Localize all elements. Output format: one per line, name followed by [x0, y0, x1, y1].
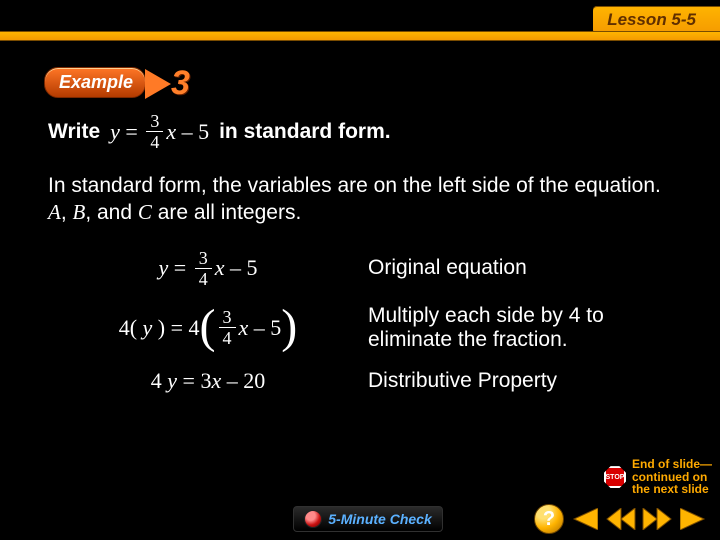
s2-const: – 20 — [221, 368, 265, 394]
s2-4: 4 — [151, 368, 168, 394]
s1-var: x — [239, 315, 249, 341]
s1-den: 4 — [223, 328, 232, 347]
step-row: y = 3 4 x – 5 Original equation — [48, 249, 680, 288]
nav-next-button[interactable] — [678, 506, 708, 532]
end-line3: the next slide — [632, 483, 712, 496]
lesson-tab: Lesson 5-5 — [593, 6, 720, 34]
step-equation: 4 y = 3x – 20 — [48, 368, 368, 394]
expl-sep2: , and — [85, 201, 138, 224]
step-row: 4 y = 3x – 20 Distributive Property — [48, 368, 680, 394]
five-minute-check-button[interactable]: 5-Minute Check — [293, 506, 442, 532]
problem-prefix: Write — [48, 120, 100, 144]
s0-num: 3 — [195, 249, 212, 269]
step-equation: y = 3 4 x – 5 — [48, 249, 368, 288]
s2-y: y — [167, 368, 177, 394]
example-badge: Example 3 — [44, 64, 190, 103]
end-line1: End of slide— — [632, 458, 712, 471]
eq-var: x — [166, 119, 176, 145]
equals-icon: = — [168, 255, 191, 281]
expl-sep1: , — [61, 201, 73, 224]
s1-prefix: 4 — [119, 315, 130, 341]
double-arrow-left-icon — [606, 508, 636, 530]
fraction-num: 3 — [146, 112, 163, 132]
s2-x: x — [211, 368, 221, 394]
example-number: 3 — [171, 64, 190, 103]
expl-a: In standard form, the variables are on t… — [48, 174, 661, 197]
big-lparen-icon: ( — [200, 308, 216, 346]
end-text: End of slide— continued on the next slid… — [632, 458, 712, 496]
s1-prefix2: 4 — [189, 315, 200, 341]
nav-prev-button[interactable] — [570, 506, 600, 532]
s0-var: x — [215, 255, 225, 281]
equals-icon: = — [165, 315, 188, 341]
var-c: C — [138, 200, 152, 224]
nav-forward-button[interactable] — [642, 506, 672, 532]
help-button[interactable]: ? — [534, 504, 564, 534]
expl-b: are all integers. — [152, 201, 301, 224]
step-label: Distributive Property — [368, 369, 557, 393]
end-of-slide-note: STOP End of slide— continued on the next… — [604, 458, 712, 496]
s0-const: – 5 — [230, 255, 258, 281]
arrow-left-icon — [572, 508, 598, 530]
problem-suffix: in standard form. — [219, 120, 391, 144]
var-a: A — [48, 200, 61, 224]
step-equation: 4( y ) = 4 ( 3 4 x – 5 ) — [48, 308, 368, 347]
nav-rewind-button[interactable] — [606, 506, 636, 532]
s1-num: 3 — [219, 308, 236, 328]
step-label: Multiply each side by 4 to eliminate the… — [368, 304, 668, 352]
fraction: 3 4 — [146, 112, 163, 151]
step-row: 4( y ) = 4 ( 3 4 x – 5 ) Multiply each s… — [48, 304, 680, 352]
step-label: Original equation — [368, 256, 527, 280]
example-triangle-icon — [145, 69, 171, 99]
fraction: 3 4 — [219, 308, 236, 347]
fraction-den: 4 — [150, 132, 159, 151]
s0-den: 4 — [199, 269, 208, 288]
steps: y = 3 4 x – 5 Original equation 4( y ) = — [48, 249, 680, 394]
eq-lhs: y — [110, 119, 120, 145]
var-b: B — [73, 200, 86, 224]
s1-const: – 5 — [254, 315, 282, 341]
globe-icon — [304, 510, 322, 528]
arrow-right-icon — [680, 508, 706, 530]
footer: 5-Minute Check ? — [0, 502, 720, 536]
explanation: In standard form, the variables are on t… — [48, 173, 668, 227]
lparen-icon: ( — [130, 315, 137, 341]
lesson-strip — [0, 31, 720, 41]
double-arrow-right-icon — [642, 508, 672, 530]
big-rparen-icon: ) — [281, 308, 297, 346]
problem-equation: y = 3 4 x – 5 — [110, 112, 209, 151]
eq-const-val: – 5 — [182, 119, 210, 145]
example-label: Example — [44, 67, 146, 98]
rparen-icon: ) — [158, 315, 165, 341]
stop-icon: STOP — [604, 466, 626, 488]
s2-eq: 4 y = 3x – 20 — [151, 368, 265, 394]
equals-icon: = — [120, 119, 143, 145]
five-min-label: 5-Minute Check — [328, 511, 431, 527]
s1-lhs-y: y — [143, 315, 153, 341]
s0-lhs: y — [159, 255, 169, 281]
fraction: 3 4 — [195, 249, 212, 288]
problem-line: Write y = 3 4 x – 5 in standard form. — [48, 112, 680, 151]
nav-cluster: ? — [534, 504, 708, 534]
equals-icon: = 3 — [177, 368, 211, 394]
slide-content: Write y = 3 4 x – 5 in standard form. In… — [48, 112, 680, 394]
